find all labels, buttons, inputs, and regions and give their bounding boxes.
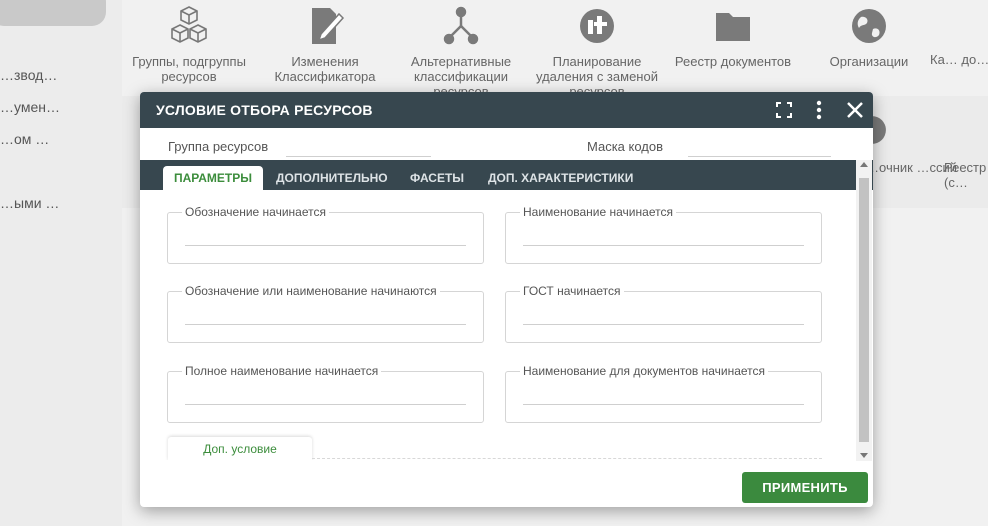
close-icon[interactable]: [844, 99, 866, 121]
field-input-line[interactable]: [185, 404, 466, 405]
scroll-thumb[interactable]: [859, 178, 869, 442]
code-mask-label: Маска кодов: [587, 139, 664, 154]
content-scrollbar[interactable]: [856, 160, 872, 461]
field-label: Наименование для документов начинается: [520, 364, 769, 378]
apply-button[interactable]: ПРИМЕНИТЬ: [742, 472, 868, 503]
code-mask-field[interactable]: Маска кодов: [587, 128, 832, 160]
more-vert-icon[interactable]: [808, 99, 830, 121]
field-input-line[interactable]: [523, 404, 804, 405]
dialog-header: УСЛОВИЕ ОТБОРА РЕСУРСОВ: [140, 92, 873, 128]
dialog-tabs: ПАРАМЕТРЫ ДОПОЛНИТЕЛЬНО ФАСЕТЫ ДОП. ХАРА…: [140, 160, 873, 190]
scroll-up-arrow-icon[interactable]: [860, 162, 868, 167]
resource-group-field[interactable]: Группа ресурсов: [168, 128, 433, 160]
designation-or-name-starts-field[interactable]: Обозначение или наименование начинаются: [167, 284, 484, 343]
field-label: Обозначение начинается: [182, 205, 329, 219]
field-input-line[interactable]: [523, 245, 804, 246]
tab-parameters[interactable]: ПАРАМЕТРЫ: [163, 166, 263, 190]
code-mask-input[interactable]: [688, 156, 831, 157]
field-label: Полное наименование начинается: [182, 364, 382, 378]
scroll-down-arrow-icon[interactable]: [860, 453, 868, 458]
doc-name-starts-field[interactable]: Наименование для документов начинается: [505, 364, 822, 423]
field-input-line[interactable]: [185, 245, 466, 246]
extra-condition-divider: [312, 458, 822, 459]
designation-starts-field[interactable]: Обозначение начинается: [167, 205, 484, 264]
field-label: ГОСТ начинается: [520, 284, 624, 298]
tab-facets[interactable]: ФАСЕТЫ: [399, 166, 475, 190]
field-input-line[interactable]: [185, 324, 466, 325]
resource-filter-dialog: УСЛОВИЕ ОТБОРА РЕСУРСОВ Группа ресурсов …: [140, 92, 873, 507]
tab-extra-characteristics[interactable]: ДОП. ХАРАКТЕРИСТИКИ: [477, 166, 644, 190]
resource-group-input[interactable]: [286, 156, 431, 157]
fullscreen-icon[interactable]: [773, 99, 795, 121]
name-starts-field[interactable]: Наименование начинается: [505, 205, 822, 264]
field-label: Наименование начинается: [520, 205, 676, 219]
dialog-content: Обозначение начинается Наименование начи…: [140, 190, 856, 460]
dialog-title: УСЛОВИЕ ОТБОРА РЕСУРСОВ: [156, 102, 373, 118]
resource-group-label: Группа ресурсов: [168, 139, 269, 154]
tab-additional[interactable]: ДОПОЛНИТЕЛЬНО: [265, 166, 399, 190]
field-input-line[interactable]: [523, 324, 804, 325]
field-label: Обозначение или наименование начинаются: [182, 284, 440, 298]
extra-condition-tab[interactable]: Доп. условие: [168, 437, 312, 460]
full-name-starts-field[interactable]: Полное наименование начинается: [167, 364, 484, 423]
gost-starts-field[interactable]: ГОСТ начинается: [505, 284, 822, 343]
